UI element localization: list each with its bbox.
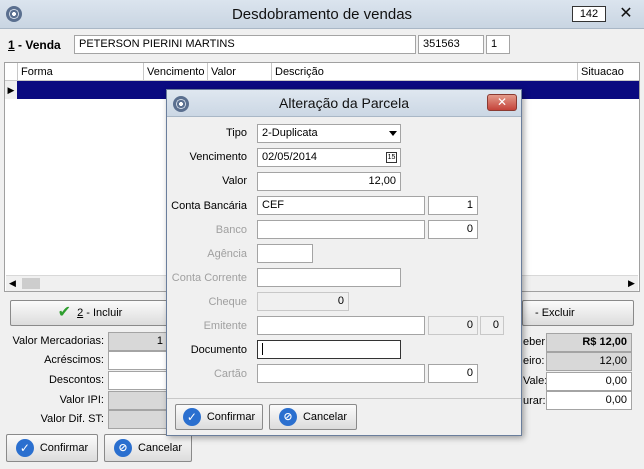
cancel-button[interactable]: ⊘ Cancelar [104, 434, 192, 462]
col-situacao[interactable]: Situacao [577, 63, 639, 81]
col-descricao[interactable]: Descrição [271, 63, 577, 81]
window-badge: 142 [572, 6, 606, 22]
acrescimos-field[interactable] [108, 351, 168, 370]
cartao-number-field: 0 [428, 364, 478, 383]
chevron-down-icon [389, 131, 397, 136]
emitente-digit-field: 0 [480, 316, 504, 335]
dialog-cancel-label: Cancelar [302, 411, 348, 423]
valor-label: Valor [222, 175, 247, 187]
conta-bancaria-number-field[interactable]: 1 [428, 196, 478, 215]
emitente-label: Emitente [203, 320, 247, 332]
dialog-cancel-button[interactable]: ⊘ Cancelar [269, 404, 357, 430]
descontos-label: Descontos: [48, 374, 104, 386]
tipo-select[interactable]: 2-Duplicata [257, 124, 401, 143]
vencimento-label: Vencimento [189, 151, 247, 163]
conta-bancaria-field[interactable]: CEF [257, 196, 425, 215]
alteracao-parcela-dialog: Alteração da Parcela ✕ Tipo 2-Duplicata … [166, 89, 522, 436]
scroll-left-arrow-icon[interactable]: ◀ [9, 278, 16, 289]
customer-name-field[interactable]: PETERSON PIERINI MARTINS [74, 35, 416, 54]
confirm-button[interactable]: ✓ Confirmar [6, 434, 98, 462]
cheque-label: Cheque [208, 296, 247, 308]
agencia-field [257, 244, 313, 263]
dialog-footer-divider [167, 398, 521, 399]
venda-label-text: - Venda [14, 38, 61, 52]
cheque-field: 0 [257, 292, 349, 311]
venda-code-field[interactable]: 351563 [418, 35, 484, 54]
vencimento-date-field[interactable]: 02/05/2014 15 [257, 148, 401, 167]
cartao-label: Cartão [213, 368, 247, 380]
documento-label: Documento [190, 344, 247, 356]
valor-field[interactable]: 12,00 [257, 172, 401, 191]
descontos-field[interactable] [108, 371, 168, 390]
acrescimos-label: Acréscimos: [44, 354, 104, 366]
excluir-label: - Excluir [535, 307, 575, 319]
valor-ipi-field [108, 391, 168, 410]
vencimento-value: 02/05/2014 [262, 151, 318, 163]
excluir-button[interactable]: - Excluir [522, 300, 634, 326]
emitente-field [257, 316, 425, 335]
cartao-field [257, 364, 425, 383]
vale-field[interactable]: 0,00 [546, 372, 632, 391]
valor-mercadorias-label: Valor Mercadorias: [12, 335, 105, 347]
cancel-label: Cancelar [137, 442, 183, 454]
dialog-confirm-button[interactable]: ✓ Confirmar [175, 404, 263, 430]
col-valor[interactable]: Valor [207, 63, 271, 81]
cancel-icon: ⊘ [113, 439, 132, 457]
confirm-label: Confirmar [39, 442, 89, 454]
grid-header: Forma Vencimento Valor Descrição Situaca… [5, 63, 639, 81]
scroll-right-arrow-icon[interactable]: ▶ [628, 278, 635, 289]
col-forma[interactable]: Forma [17, 63, 143, 81]
dialog-titlebar: Alteração da Parcela ✕ [167, 90, 521, 117]
window-title: Desdobramento de vendas [231, 6, 413, 23]
apurar-field[interactable]: 0,00 [546, 391, 632, 410]
window-titlebar: Desdobramento de vendas 142 ✕ [0, 0, 644, 29]
apurar-label: urar: [523, 395, 546, 407]
incluir-button[interactable]: ✔ 2 - Incluir [10, 300, 170, 326]
documento-field[interactable] [257, 340, 401, 359]
valor-ipi-label: Valor IPI: [59, 394, 104, 406]
conta-corrente-label: Conta Corrente [171, 272, 247, 284]
tipo-label: Tipo [226, 127, 247, 139]
tipo-value: 2-Duplicata [262, 127, 318, 139]
window-close-button[interactable]: ✕ [612, 4, 640, 24]
dialog-confirm-label: Confirmar [206, 411, 256, 423]
banco-number-field: 0 [428, 220, 478, 239]
valor-mercadorias-field: 1 [108, 332, 168, 351]
dialog-title: Alteração da Parcela [279, 95, 409, 111]
emitente-number-field: 0 [428, 316, 478, 335]
scroll-thumb[interactable] [22, 278, 40, 289]
valor-dif-st-label: Valor Dif. ST: [40, 413, 104, 425]
venda-seq-field[interactable]: 1 [486, 35, 510, 54]
banco-field [257, 220, 425, 239]
dinheiro-field: 12,00 [546, 352, 632, 371]
venda-label-number: 1 [8, 38, 15, 52]
incluir-text: - Incluir [83, 307, 123, 319]
confirm-icon: ✓ [15, 439, 34, 457]
col-vencimento[interactable]: Vencimento [143, 63, 207, 81]
check-icon: ✔ [57, 304, 72, 321]
venda-label: 1 - Venda [8, 38, 61, 52]
row-indicator-icon: ▶ [5, 81, 17, 99]
agencia-label: Agência [207, 248, 247, 260]
conta-bancaria-label: Conta Bancária [171, 200, 247, 212]
incluir-label: 2 - Incluir [77, 301, 122, 325]
dinheiro-label: eiro: [523, 355, 545, 367]
valor-dif-st-field [108, 410, 168, 429]
vale-label: Vale: [523, 375, 548, 387]
dialog-confirm-icon: ✓ [182, 408, 201, 426]
total-receber-field: R$ 12,00 [546, 333, 632, 352]
calendar-icon[interactable]: 15 [386, 152, 397, 163]
total-receber-label: eber: [523, 336, 549, 348]
conta-corrente-field [257, 268, 401, 287]
dialog-close-button[interactable]: ✕ [487, 94, 517, 111]
text-cursor [262, 343, 263, 356]
banco-label: Banco [215, 224, 247, 236]
dialog-cancel-icon: ⊘ [278, 408, 297, 426]
